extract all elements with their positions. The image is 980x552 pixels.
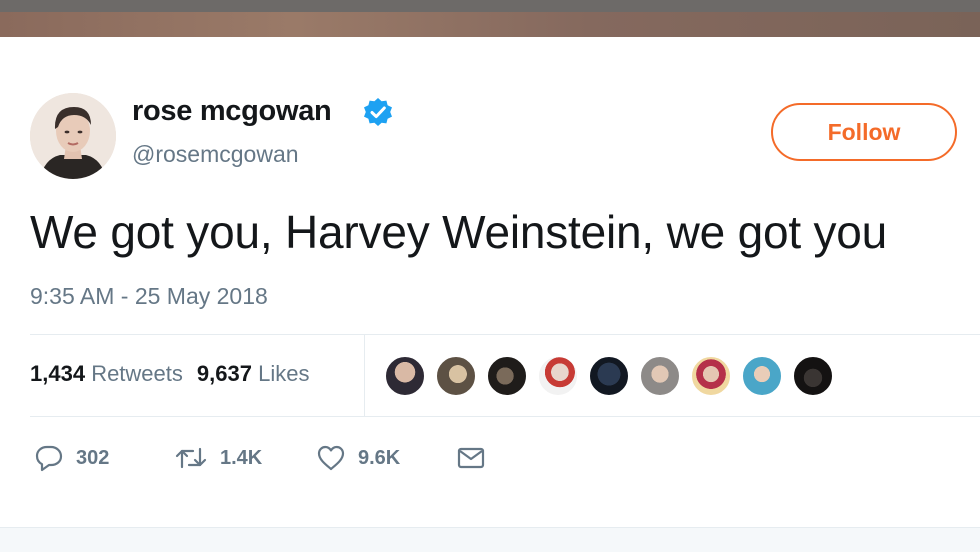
retweet-arrows-icon <box>175 447 207 469</box>
verified-badge-icon <box>362 97 394 129</box>
retweet-button[interactable]: 1.4K <box>174 442 262 474</box>
engagement-stats: 1,434 Retweets 9,637 Likes <box>30 361 309 387</box>
author-name[interactable]: rose mcgowan <box>132 95 332 128</box>
liker-avatar[interactable] <box>792 355 834 397</box>
retweets-stat[interactable]: 1,434 Retweets <box>30 361 183 386</box>
reply-button[interactable]: 302 <box>34 442 109 474</box>
liker-avatar[interactable] <box>486 355 528 397</box>
likes-count: 9,637 <box>196 361 252 386</box>
heart-icon <box>317 445 345 471</box>
liker-avatar[interactable] <box>690 355 732 397</box>
retweets-label: Retweets <box>91 361 183 386</box>
liker-avatar[interactable] <box>384 355 426 397</box>
like-count: 9.6K <box>358 446 401 469</box>
tweet-text: We got you, Harvey Weinstein, we got you <box>30 206 888 258</box>
liker-avatar[interactable] <box>537 355 579 397</box>
retweet-count: 1.4K <box>220 446 263 469</box>
liker-avatar[interactable] <box>588 355 630 397</box>
direct-message-button[interactable] <box>456 442 486 474</box>
like-button[interactable]: 9.6K <box>316 442 400 474</box>
author-avatar[interactable] <box>30 93 116 179</box>
page-header-band <box>0 12 980 37</box>
divider <box>364 335 365 416</box>
envelope-icon <box>457 447 485 469</box>
liker-avatar[interactable] <box>741 355 783 397</box>
liker-avatar[interactable] <box>435 355 477 397</box>
browser-top-bar <box>0 0 980 12</box>
author-handle[interactable]: @rosemcgowan <box>132 141 299 168</box>
reply-count: 302 <box>76 446 110 469</box>
divider <box>30 334 980 335</box>
divider <box>30 416 980 417</box>
page-footer-strip <box>0 527 980 552</box>
liker-avatar[interactable] <box>639 355 681 397</box>
likes-label: Likes <box>258 361 310 386</box>
tweet-timestamp[interactable]: 9:35 AM - 25 May 2018 <box>30 283 268 310</box>
speech-bubble-icon <box>35 445 63 472</box>
likes-stat[interactable]: 9,637 Likes <box>197 361 310 386</box>
retweets-count: 1,434 <box>30 361 86 386</box>
follow-button[interactable]: Follow <box>771 103 957 161</box>
